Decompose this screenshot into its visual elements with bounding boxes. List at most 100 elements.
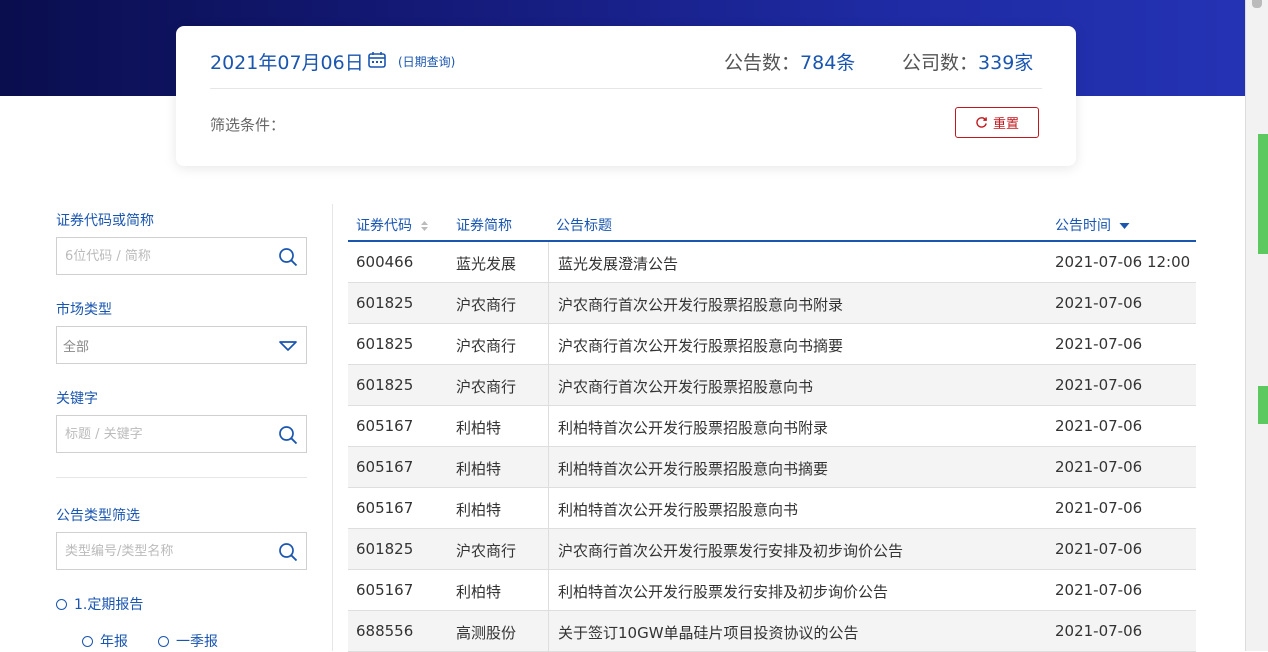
cell-code: 605167 — [356, 581, 414, 599]
search-icon[interactable] — [278, 542, 298, 562]
announcement-count-value: 784条 — [800, 52, 856, 74]
cell-title-link[interactable]: 沪农商行首次公开发行股票招股意向书附录 — [558, 294, 843, 315]
type-search-box — [56, 532, 307, 570]
announcement-count: 公告数：784条 — [724, 48, 855, 75]
table-header: 证券代码 证券简称 公告标题 公告时间 — [348, 210, 1196, 242]
column-separator — [548, 488, 549, 528]
column-separator — [548, 529, 549, 569]
company-count-value: 339家 — [978, 52, 1034, 74]
card-divider — [210, 88, 1042, 89]
summary-card: 2021年07月06日 (日期查询) 公告数：784条 公司数：339家 筛选条… — [176, 26, 1076, 166]
cell-name: 沪农商行 — [456, 542, 517, 560]
column-header-title: 公告标题 — [556, 218, 612, 234]
search-icon[interactable] — [278, 425, 298, 445]
table-row: 601825 沪农商行 沪农商行首次公开发行股票招股意向书附录 2021-07-… — [348, 283, 1196, 324]
cell-code: 601825 — [356, 294, 414, 312]
market-type-value: 全部 — [63, 339, 90, 355]
column-separator — [548, 406, 549, 446]
column-header-code[interactable]: 证券代码 — [356, 215, 429, 235]
scroll-knob[interactable] — [1252, 0, 1262, 8]
cell-title-link[interactable]: 蓝光发展澄清公告 — [558, 253, 678, 274]
cell-title-link[interactable]: 沪农商行首次公开发行股票招股意向书摘要 — [558, 335, 843, 356]
column-separator — [548, 570, 549, 610]
cell-time: 2021-07-06 — [1055, 581, 1143, 599]
cell-code: 605167 — [356, 417, 414, 435]
cell-name: 利柏特 — [456, 419, 502, 437]
sort-icon[interactable] — [420, 220, 429, 232]
cell-code: 605167 — [356, 499, 414, 517]
side-widget-top[interactable] — [1258, 134, 1268, 254]
radio-q1-report-label: 一季报 — [176, 634, 218, 650]
cell-title-link[interactable]: 利柏特首次公开发行股票招股意向书 — [558, 499, 798, 520]
sidebar-divider — [56, 477, 307, 478]
company-count: 公司数：339家 — [902, 48, 1033, 75]
cell-title-link[interactable]: 沪农商行首次公开发行股票招股意向书 — [558, 376, 813, 397]
reset-button[interactable]: 重置 — [955, 107, 1039, 138]
keyword-label: 关键字 — [56, 391, 98, 407]
cell-time: 2021-07-06 — [1055, 499, 1143, 517]
side-widget-bottom[interactable] — [1258, 386, 1268, 424]
table-row: 688556 高测股份 关于签订10GW单晶硅片项目投资协议的公告 2021-0… — [348, 611, 1196, 652]
cell-name: 沪农商行 — [456, 337, 517, 355]
cell-title-link[interactable]: 利柏特首次公开发行股票发行安排及初步询价公告 — [558, 581, 888, 602]
filter-sidebar: 证券代码或简称 市场类型 全部 关键字 公告类型筛选 1.定期报告 — [56, 210, 308, 651]
cell-code: 688556 — [356, 622, 414, 640]
cell-time: 2021-07-06 — [1055, 540, 1143, 558]
code-search-box — [56, 237, 307, 275]
cell-code: 605167 — [356, 458, 414, 476]
type-filter-label: 公告类型筛选 — [56, 508, 140, 524]
company-count-label: 公司数： — [902, 52, 979, 74]
cell-name: 沪农商行 — [456, 296, 517, 314]
radio-annual-report[interactable]: 年报 — [82, 631, 128, 651]
column-header-name: 证券简称 — [456, 218, 512, 234]
cell-title-link[interactable]: 利柏特首次公开发行股票招股意向书附录 — [558, 417, 828, 438]
sort-desc-icon[interactable] — [1119, 222, 1130, 230]
radio-periodic-report-label: 1.定期报告 — [74, 597, 144, 613]
cell-code: 601825 — [356, 335, 414, 353]
content-divider — [332, 204, 333, 651]
search-icon[interactable] — [278, 247, 298, 267]
cell-time: 2021-07-06 — [1055, 622, 1143, 640]
cell-title-link[interactable]: 沪农商行首次公开发行股票发行安排及初步询价公告 — [558, 540, 903, 561]
radio-circle[interactable] — [82, 635, 93, 647]
column-separator — [548, 283, 549, 323]
cell-time: 2021-07-06 — [1055, 376, 1143, 394]
filter-conditions-label: 筛选条件： — [210, 116, 286, 134]
radio-q1-report[interactable]: 一季报 — [158, 631, 218, 651]
chevron-down-icon[interactable] — [278, 336, 298, 356]
column-header-time-label: 公告时间 — [1055, 218, 1111, 234]
cell-title-link[interactable]: 利柏特首次公开发行股票招股意向书摘要 — [558, 458, 828, 479]
table-row: 605167 利柏特 利柏特首次公开发行股票招股意向书 2021-07-06 — [348, 488, 1196, 529]
date-query-link[interactable]: (日期查询) — [398, 53, 455, 70]
market-type-select[interactable]: 全部 — [56, 326, 307, 364]
radio-circle[interactable] — [158, 635, 169, 647]
table-row: 605167 利柏特 利柏特首次公开发行股票招股意向书附录 2021-07-06 — [348, 406, 1196, 447]
column-separator — [548, 447, 549, 487]
cell-name: 利柏特 — [456, 583, 502, 601]
right-side-panel — [1245, 0, 1268, 651]
announcement-count-label: 公告数： — [724, 52, 801, 74]
cell-time: 2021-07-06 — [1055, 458, 1143, 476]
keyword-search-input[interactable] — [63, 425, 267, 443]
cell-time: 2021-07-06 12:00 — [1055, 253, 1191, 271]
code-search-input[interactable] — [63, 247, 267, 265]
announcement-table: 证券代码 证券简称 公告标题 公告时间 600466 蓝光发展 蓝光发展澄清公告… — [348, 210, 1196, 652]
type-search-input[interactable] — [63, 542, 267, 560]
table-row: 601825 沪农商行 沪农商行首次公开发行股票招股意向书摘要 2021-07-… — [348, 324, 1196, 365]
current-date: 2021年07月06日 — [210, 52, 364, 74]
calendar-icon[interactable] — [368, 51, 386, 69]
column-header-time[interactable]: 公告时间 — [1055, 215, 1130, 235]
radio-circle[interactable] — [56, 598, 67, 610]
refresh-icon — [976, 117, 987, 128]
radio-annual-report-label: 年报 — [100, 634, 128, 650]
market-type-label: 市场类型 — [56, 302, 112, 318]
table-row: 600466 蓝光发展 蓝光发展澄清公告 2021-07-06 12:00 — [348, 242, 1196, 283]
cell-time: 2021-07-06 — [1055, 294, 1143, 312]
cell-name: 蓝光发展 — [456, 255, 517, 273]
cell-title-link[interactable]: 关于签订10GW单晶硅片项目投资协议的公告 — [558, 622, 859, 643]
reset-button-label: 重置 — [992, 117, 1019, 132]
cell-code: 601825 — [356, 540, 414, 558]
cell-code: 601825 — [356, 376, 414, 394]
radio-periodic-report[interactable]: 1.定期报告 — [56, 594, 308, 614]
cell-name: 利柏特 — [456, 460, 502, 478]
